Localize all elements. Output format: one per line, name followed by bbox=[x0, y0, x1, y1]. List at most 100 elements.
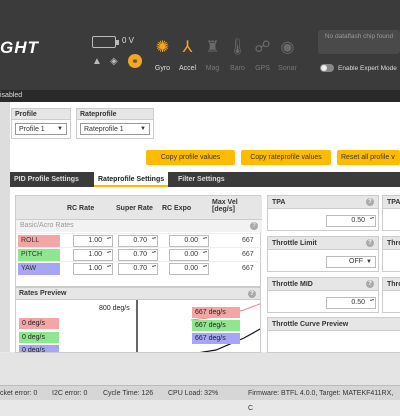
tab-filter[interactable]: Filter Settings bbox=[174, 172, 229, 187]
link-icon: ⚭ bbox=[128, 54, 142, 68]
super-rate-input[interactable]: 0.70 bbox=[118, 235, 158, 247]
preview-max-label: 800 deg/s bbox=[99, 305, 130, 312]
firmware-info: Firmware: BTFL 4.0.0, Target: MATEKF411R… bbox=[248, 390, 394, 412]
throttle-limit-panel: Throttle Limit? OFF ▼ bbox=[267, 236, 379, 272]
throttle-limit-title: Throttle Limit bbox=[272, 240, 317, 247]
sensor-label: Accel bbox=[178, 65, 197, 72]
roll-rate-tag: 0 deg/s bbox=[19, 318, 59, 329]
max-vel-value: 667 bbox=[242, 237, 254, 244]
sensor-label: Sonar bbox=[278, 65, 297, 72]
profile-selector: Profile Profile 1 ▼ bbox=[11, 108, 71, 139]
help-icon[interactable]: ? bbox=[366, 239, 374, 247]
rateprofile-label: Rateprofile bbox=[76, 108, 154, 120]
cpu-load: CPU Load: 32% bbox=[168, 390, 219, 397]
tpa-breakpoint-title: TPA bbox=[383, 196, 400, 209]
throttle-limit-percent-title: Thro bbox=[383, 237, 400, 250]
sensor-label: Mag bbox=[205, 65, 220, 72]
gyro-icon: ✺ bbox=[155, 39, 170, 56]
pitch-max-tag: 667 deg/s bbox=[192, 320, 240, 331]
col-super-rate: Super Rate bbox=[116, 205, 153, 212]
help-icon[interactable]: ? bbox=[248, 290, 256, 298]
yaw-rate-tag: 0 deg/s bbox=[19, 345, 59, 352]
arming-status-strip: isabled bbox=[0, 90, 400, 102]
super-rate-input[interactable]: 0.70 bbox=[118, 249, 158, 261]
tpa-title: TPA bbox=[272, 199, 286, 206]
sensor-label: Gyro bbox=[154, 65, 171, 72]
top-header: GHT 0 V ▲ ◈ ⚭ ✺ Gyro ⅄ Accel ♜ Mag 🌡 Baro ☍ GPS ◉ S… bbox=[0, 0, 400, 90]
copy-profile-button[interactable]: Copy profile values bbox=[146, 150, 235, 165]
expert-mode-toggle[interactable]: Enable Expert Mode bbox=[320, 64, 397, 72]
rates-table: RC Rate Super Rate RC Expo Max Vel [deg/… bbox=[15, 195, 262, 287]
throttle-mid-input[interactable]: 0.50 bbox=[326, 297, 376, 309]
chevron-down-icon: ▼ bbox=[366, 259, 372, 265]
rc-rate-input[interactable]: 1.00 bbox=[73, 235, 113, 247]
sonar-icon: ◉ bbox=[280, 39, 295, 56]
sensor-label: Baro bbox=[230, 65, 245, 72]
rc-expo-input[interactable]: 0.00 bbox=[169, 249, 209, 261]
mag-icon: ♜ bbox=[205, 39, 220, 56]
chevron-down-icon: ▼ bbox=[57, 126, 63, 132]
sensor-status-bar: ✺ Gyro ⅄ Accel ♜ Mag 🌡 Baro ☍ GPS ◉ Sonar bbox=[150, 28, 300, 76]
help-icon[interactable]: ? bbox=[366, 198, 374, 206]
rate-row-roll: ROLL 1.00 0.70 0.00 667 bbox=[16, 233, 262, 247]
max-vel-value: 667 bbox=[242, 251, 254, 258]
tpa-panel: TPA? 0.50 bbox=[267, 195, 379, 231]
rate-row-yaw: YAW 1.00 0.70 0.00 667 bbox=[16, 261, 262, 275]
chevron-down-icon: ▼ bbox=[140, 126, 146, 132]
tpa-input[interactable]: 0.50 bbox=[326, 215, 376, 227]
toggle-switch[interactable] bbox=[320, 64, 334, 72]
sensor-gps: ☍ GPS bbox=[250, 28, 275, 76]
help-icon[interactable]: ? bbox=[250, 222, 258, 230]
profile-select[interactable]: Profile 1 ▼ bbox=[15, 123, 67, 135]
rates-table-header: RC Rate Super Rate RC Expo Max Vel [deg/… bbox=[16, 196, 262, 220]
reset-profile-button[interactable]: Reset all profile v bbox=[337, 150, 400, 165]
status-bar: cket error: 0 I2C error: 0 Cycle Time: 1… bbox=[0, 385, 400, 412]
axis-label: YAW bbox=[18, 263, 60, 275]
accel-icon: ⅄ bbox=[182, 39, 193, 56]
rates-subheader: Basic/Acro Rates ? bbox=[16, 220, 262, 232]
battery-status: 0 V ▲ ◈ ⚭ bbox=[86, 32, 156, 74]
yaw-max-tag: 667 deg/s bbox=[192, 333, 240, 344]
rc-rate-input[interactable]: 1.00 bbox=[73, 249, 113, 261]
battery-voltage: 0 V bbox=[122, 36, 135, 45]
dataflash-status: No dataflash chip found bbox=[318, 30, 400, 54]
col-max-vel: Max Vel [deg/s] bbox=[212, 199, 238, 213]
max-vel-value: 667 bbox=[242, 265, 254, 272]
throttle-expo-title: Thro bbox=[383, 278, 400, 291]
copy-rateprofile-button[interactable]: Copy rateprofile values bbox=[241, 150, 331, 165]
col-rc-rate: RC Rate bbox=[67, 205, 95, 212]
sensor-mag: ♜ Mag bbox=[200, 28, 225, 76]
rateprofile-selector: Rateprofile Rateprofile 1 ▼ bbox=[76, 108, 154, 139]
arming-status-text: isabled bbox=[0, 92, 23, 99]
throttle-limit-select[interactable]: OFF ▼ bbox=[326, 256, 376, 268]
throttle-mid-title: Throttle MID bbox=[272, 281, 313, 288]
sensor-gyro: ✺ Gyro bbox=[150, 28, 175, 76]
super-rate-input[interactable]: 0.70 bbox=[118, 263, 158, 275]
profile-label: Profile bbox=[11, 108, 71, 120]
rc-expo-input[interactable]: 0.00 bbox=[169, 235, 209, 247]
tpa-breakpoint-panel: TPA bbox=[382, 195, 400, 231]
sensor-label: GPS bbox=[255, 65, 270, 72]
footer-spacer bbox=[0, 353, 400, 385]
sensor-accel: ⅄ Accel bbox=[175, 28, 200, 76]
rateprofile-select[interactable]: Rateprofile 1 ▼ bbox=[80, 123, 150, 135]
settings-tabs: PID Profile Settings Rateprofile Setting… bbox=[10, 172, 400, 187]
throttle-expo-panel: Thro bbox=[382, 277, 400, 313]
col-rc-expo: RC Expo bbox=[162, 205, 192, 212]
baro-icon: 🌡 bbox=[227, 39, 248, 56]
help-icon[interactable]: ? bbox=[366, 280, 374, 288]
tab-pid-profile[interactable]: PID Profile Settings bbox=[10, 172, 83, 187]
sensor-baro: 🌡 Baro bbox=[225, 28, 250, 76]
rates-preview: Rates Preview ? 800 deg/s 0 deg/s 0 deg/… bbox=[15, 287, 261, 353]
armed-icon: ◈ bbox=[110, 56, 118, 67]
i2c-error: I2C error: 0 bbox=[52, 390, 88, 397]
subheader-label: Basic/Acro Rates bbox=[20, 222, 74, 229]
tab-rateprofile[interactable]: Rateprofile Settings bbox=[94, 172, 169, 187]
sensor-sonar: ◉ Sonar bbox=[275, 28, 300, 76]
rc-expo-input[interactable]: 0.00 bbox=[169, 263, 209, 275]
warning-icon: ▲ bbox=[92, 56, 102, 67]
rates-preview-title: Rates Preview bbox=[19, 290, 67, 297]
app-logo: GHT bbox=[0, 38, 39, 57]
throttle-curve-panel: Throttle Curve Preview bbox=[267, 317, 400, 353]
rc-rate-input[interactable]: 1.00 bbox=[73, 263, 113, 275]
